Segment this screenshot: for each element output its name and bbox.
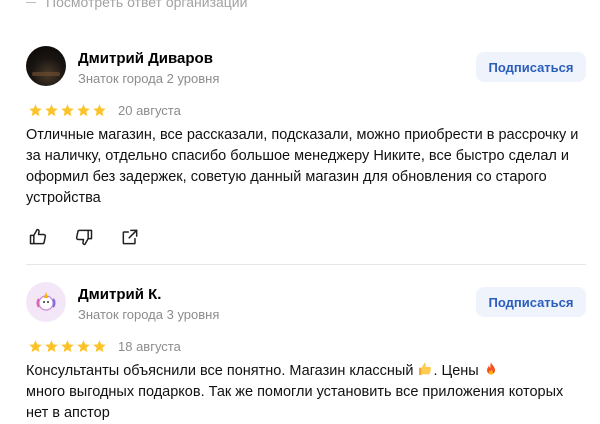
- star-icon: [29, 340, 42, 353]
- thumbs-up-emoji: [419, 363, 432, 375]
- unicorn-icon: [36, 292, 56, 311]
- review-text-part: много выгодных подарков. Так же помогли …: [26, 384, 564, 421]
- rating-stars: [28, 103, 107, 118]
- author-level: Знаток города 3 уровня: [78, 307, 220, 322]
- fire-emoji: [486, 362, 495, 375]
- dash-icon: [26, 1, 36, 3]
- avatar[interactable]: [26, 46, 66, 86]
- star-icon: [29, 104, 42, 117]
- review-text-part: . Цены: [433, 363, 479, 379]
- author-name[interactable]: Дмитрий Диваров: [78, 50, 213, 67]
- review-date: 18 августа: [118, 339, 181, 354]
- thumb-up-icon[interactable]: [28, 227, 48, 247]
- view-org-response-label: Посмотреть ответ организации: [46, 0, 248, 10]
- review-date: 20 августа: [118, 103, 181, 118]
- share-icon[interactable]: [120, 227, 140, 247]
- divider: [26, 264, 586, 265]
- star-icon: [93, 104, 106, 117]
- thumb-down-icon[interactable]: [74, 227, 94, 247]
- subscribe-button[interactable]: Подписаться: [476, 287, 586, 317]
- rating-stars: [28, 339, 107, 354]
- star-icon: [93, 340, 106, 353]
- subscribe-button[interactable]: Подписаться: [476, 52, 586, 82]
- star-icon: [61, 104, 74, 117]
- review-text: Консультанты объяснили все понятно. Мага…: [26, 361, 586, 424]
- star-icon: [45, 340, 58, 353]
- star-icon: [77, 104, 90, 117]
- author-name[interactable]: Дмитрий К.: [78, 286, 161, 303]
- avatar[interactable]: [26, 282, 66, 322]
- review-text-part: Консультанты объяснили все понятно. Мага…: [26, 363, 414, 379]
- view-org-response-link[interactable]: Посмотреть ответ организации: [26, 0, 247, 10]
- review-text: Отличные магазин, все рассказали, подска…: [26, 127, 579, 206]
- star-icon: [61, 340, 74, 353]
- review-actions: [28, 227, 140, 247]
- author-level: Знаток города 2 уровня: [78, 71, 220, 86]
- star-icon: [77, 340, 90, 353]
- star-icon: [45, 104, 58, 117]
